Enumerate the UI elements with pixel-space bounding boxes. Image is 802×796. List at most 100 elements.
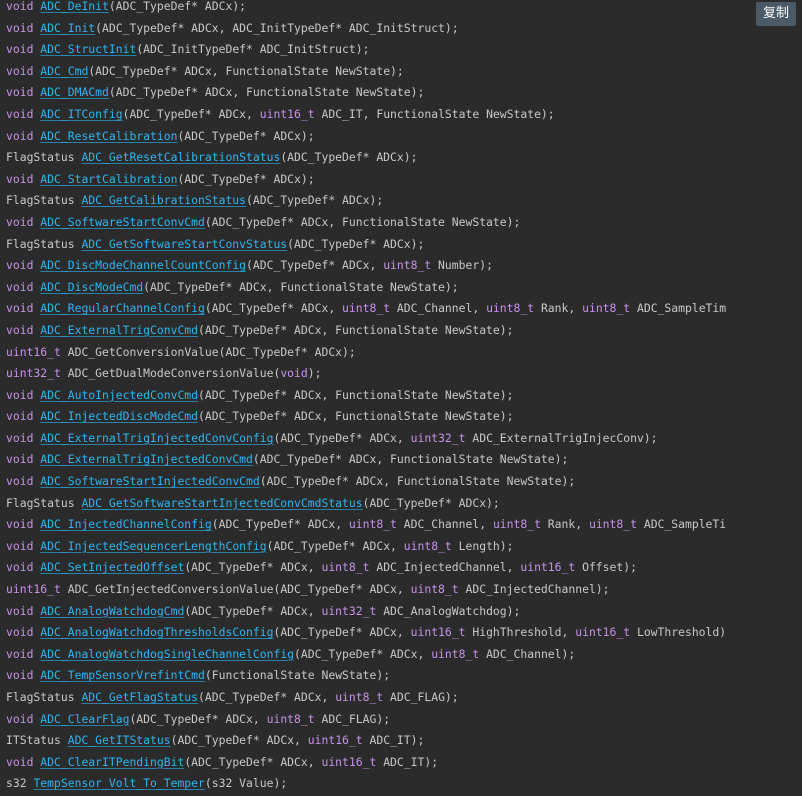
keyword-token: uint8_t bbox=[486, 301, 535, 316]
code-text: (ADC_TypeDef* ADCx, bbox=[246, 258, 384, 273]
keyword-token: uint8_t bbox=[492, 517, 541, 532]
code-text: (ADC_TypeDef* ADCx); bbox=[280, 150, 418, 165]
code-line: uint16_t ADC_GetConversionValue(ADC_Type… bbox=[6, 342, 726, 364]
code-line: void ADC_ClearITPendingBit(ADC_TypeDef* … bbox=[6, 752, 726, 774]
code-text: FlagStatus bbox=[6, 193, 82, 208]
code-text: ADC_GetInjectedConversionValue(ADC_TypeD… bbox=[60, 582, 411, 597]
keyword-token: void bbox=[6, 538, 34, 553]
code-line: void ADC_ExternalTrigInjectedConvConfig(… bbox=[6, 428, 726, 450]
function-name: ADC_GetCalibrationStatus bbox=[81, 193, 247, 208]
code-text: (ADC_TypeDef* ADCx, bbox=[204, 301, 343, 316]
code-line: void ADC_DMACmd(ADC_TypeDef* ADCx, Funct… bbox=[6, 82, 726, 104]
keyword-token: uint8_t bbox=[588, 517, 637, 532]
function-name: ADC_GetITStatus bbox=[67, 733, 171, 748]
code-text: (ADC_TypeDef* ADCx, FunctionalState NewS… bbox=[259, 474, 576, 489]
code-text: (ADC_TypeDef* ADCx, bbox=[170, 733, 308, 748]
code-text: ADC_Channel); bbox=[479, 646, 576, 661]
keyword-token: void bbox=[6, 20, 34, 35]
code-line: ITStatus ADC_GetITStatus(ADC_TypeDef* AD… bbox=[6, 730, 726, 752]
code-line: void ADC_InjectedSequencerLengthConfig(A… bbox=[6, 536, 726, 558]
code-text: (ADC_TypeDef* ADCx); bbox=[108, 0, 247, 13]
code-text: (FunctionalState NewState); bbox=[204, 668, 391, 683]
code-text: ADC_InjectedChannel); bbox=[458, 582, 610, 597]
code-text: (ADC_TypeDef* ADCx, bbox=[184, 754, 322, 769]
keyword-token: void bbox=[6, 322, 34, 337]
keyword-token: void bbox=[6, 387, 34, 402]
code-line: void ADC_AnalogWatchdogCmd(ADC_TypeDef* … bbox=[6, 601, 726, 623]
code-text: FlagStatus bbox=[6, 690, 82, 704]
code-text: (ADC_TypeDef* ADCx); bbox=[362, 495, 500, 510]
keyword-token: uint16_t bbox=[575, 625, 631, 640]
code-text: FlagStatus bbox=[6, 495, 82, 510]
function-name: ADC_SoftwareStartInjectedConvCmd bbox=[40, 474, 260, 489]
code-text: (s32 Value); bbox=[204, 776, 288, 791]
code-text: (ADC_TypeDef* ADCx, FunctionalState NewS… bbox=[88, 63, 404, 78]
function-name: ADC_AnalogWatchdogSingleChannelConfig bbox=[40, 646, 295, 661]
keyword-token: void bbox=[6, 430, 34, 445]
function-name: ADC_ClearITPendingBit bbox=[40, 754, 185, 769]
code-text: ADC_IT); bbox=[362, 733, 425, 748]
keyword-token: void bbox=[6, 258, 34, 273]
keyword-token: uint16_t bbox=[410, 625, 466, 640]
code-text: ADC_AnalogWatchdog); bbox=[376, 603, 521, 618]
keyword-token: uint32_t bbox=[6, 366, 61, 381]
keyword-token: void bbox=[6, 560, 34, 575]
code-text: ADC_Channel, bbox=[396, 517, 493, 532]
code-text: (ADC_TypeDef* ADCx, FunctionalState NewS… bbox=[198, 322, 514, 337]
keyword-token: uint8_t bbox=[383, 258, 432, 273]
code-line: uint32_t ADC_GetDualModeConversionValue(… bbox=[6, 363, 726, 385]
keyword-token: uint16_t bbox=[259, 106, 315, 121]
keyword-token: void bbox=[6, 214, 34, 229]
code-line: void ADC_ExternalTrigConvCmd(ADC_TypeDef… bbox=[6, 320, 726, 342]
code-line: void ADC_StructInit(ADC_InitTypeDef* ADC… bbox=[6, 39, 726, 61]
function-name: ADC_DiscModeChannelCountConfig bbox=[40, 258, 247, 273]
code-text: ); bbox=[307, 366, 322, 381]
code-line: void ADC_DiscModeCmd(ADC_TypeDef* ADCx, … bbox=[6, 277, 726, 299]
code-text: (ADC_TypeDef* ADCx, bbox=[273, 430, 411, 445]
function-name: ADC_AnalogWatchdogCmd bbox=[40, 603, 185, 618]
keyword-token: uint8_t bbox=[321, 560, 370, 575]
code-text: ADC_InjectedChannel, bbox=[369, 560, 521, 575]
code-text: ADC_SampleTim bbox=[630, 301, 727, 316]
code-line: void ADC_SoftwareStartInjectedConvCmd(AD… bbox=[6, 471, 726, 493]
code-text: (ADC_TypeDef* ADCx, bbox=[129, 711, 267, 726]
code-block: void ADC_DeInit(ADC_TypeDef* ADCx); void … bbox=[0, 0, 802, 796]
code-listing: void ADC_DeInit(ADC_TypeDef* ADCx); void … bbox=[6, 0, 726, 795]
code-text: LowThreshold) bbox=[630, 625, 727, 640]
code-line: void ADC_SetInjectedOffset(ADC_TypeDef* … bbox=[6, 557, 726, 579]
function-name: ADC_DeInit bbox=[40, 0, 109, 13]
function-name: ADC_GetSoftwareStartInjectedConvCmdStatu… bbox=[81, 495, 363, 510]
keyword-token: uint8_t bbox=[342, 301, 391, 316]
code-text: (ADC_TypeDef* ADCx, FunctionalState NewS… bbox=[252, 452, 569, 467]
function-name: ADC_GetResetCalibrationStatus bbox=[81, 150, 281, 165]
code-text: (ADC_TypeDef* ADCx, bbox=[294, 646, 432, 661]
code-text: Number); bbox=[431, 258, 493, 273]
code-line: void ADC_StartCalibration(ADC_TypeDef* A… bbox=[6, 169, 726, 191]
code-text: (ADC_TypeDef* ADCx, bbox=[122, 106, 260, 121]
code-line: void ADC_Cmd(ADC_TypeDef* ADCx, Function… bbox=[6, 61, 726, 83]
code-line: void ADC_InjectedDiscModeCmd(ADC_TypeDef… bbox=[6, 406, 726, 428]
keyword-token: void bbox=[6, 646, 34, 661]
code-line: void ADC_InjectedChannelConfig(ADC_TypeD… bbox=[6, 514, 726, 536]
code-text: Rank, bbox=[534, 301, 583, 316]
keyword-token: void bbox=[6, 409, 34, 424]
function-name: ADC_SetInjectedOffset bbox=[40, 560, 185, 575]
code-text: (ADC_TypeDef* ADCx, FunctionalState NewS… bbox=[108, 85, 425, 100]
copy-button[interactable]: 复制 bbox=[756, 2, 796, 26]
code-line: s32 TempSensor_Volt_To_Temper(s32 Value)… bbox=[6, 773, 726, 795]
function-name: ADC_DiscModeCmd bbox=[40, 279, 144, 294]
function-name: ADC_GetSoftwareStartConvStatus bbox=[81, 236, 288, 251]
code-text: ITStatus bbox=[6, 733, 68, 748]
code-text: ADC_FLAG); bbox=[383, 690, 459, 704]
keyword-token: void bbox=[6, 171, 34, 186]
function-name: ADC_Init bbox=[40, 20, 96, 35]
code-line: void ADC_AutoInjectedConvCmd(ADC_TypeDef… bbox=[6, 385, 726, 407]
keyword-token: void bbox=[6, 517, 34, 532]
code-text: ADC_Channel, bbox=[390, 301, 487, 316]
keyword-token: void bbox=[6, 0, 34, 13]
code-line: void ADC_RegularChannelConfig(ADC_TypeDe… bbox=[6, 298, 726, 320]
function-name: ADC_SoftwareStartConvCmd bbox=[40, 214, 205, 229]
function-name: ADC_AnalogWatchdogThresholdsConfig bbox=[40, 625, 274, 640]
code-text: ADC_GetDualModeConversionValue( bbox=[60, 366, 281, 381]
code-text: (ADC_TypeDef* ADCx, FunctionalState NewS… bbox=[198, 387, 514, 402]
